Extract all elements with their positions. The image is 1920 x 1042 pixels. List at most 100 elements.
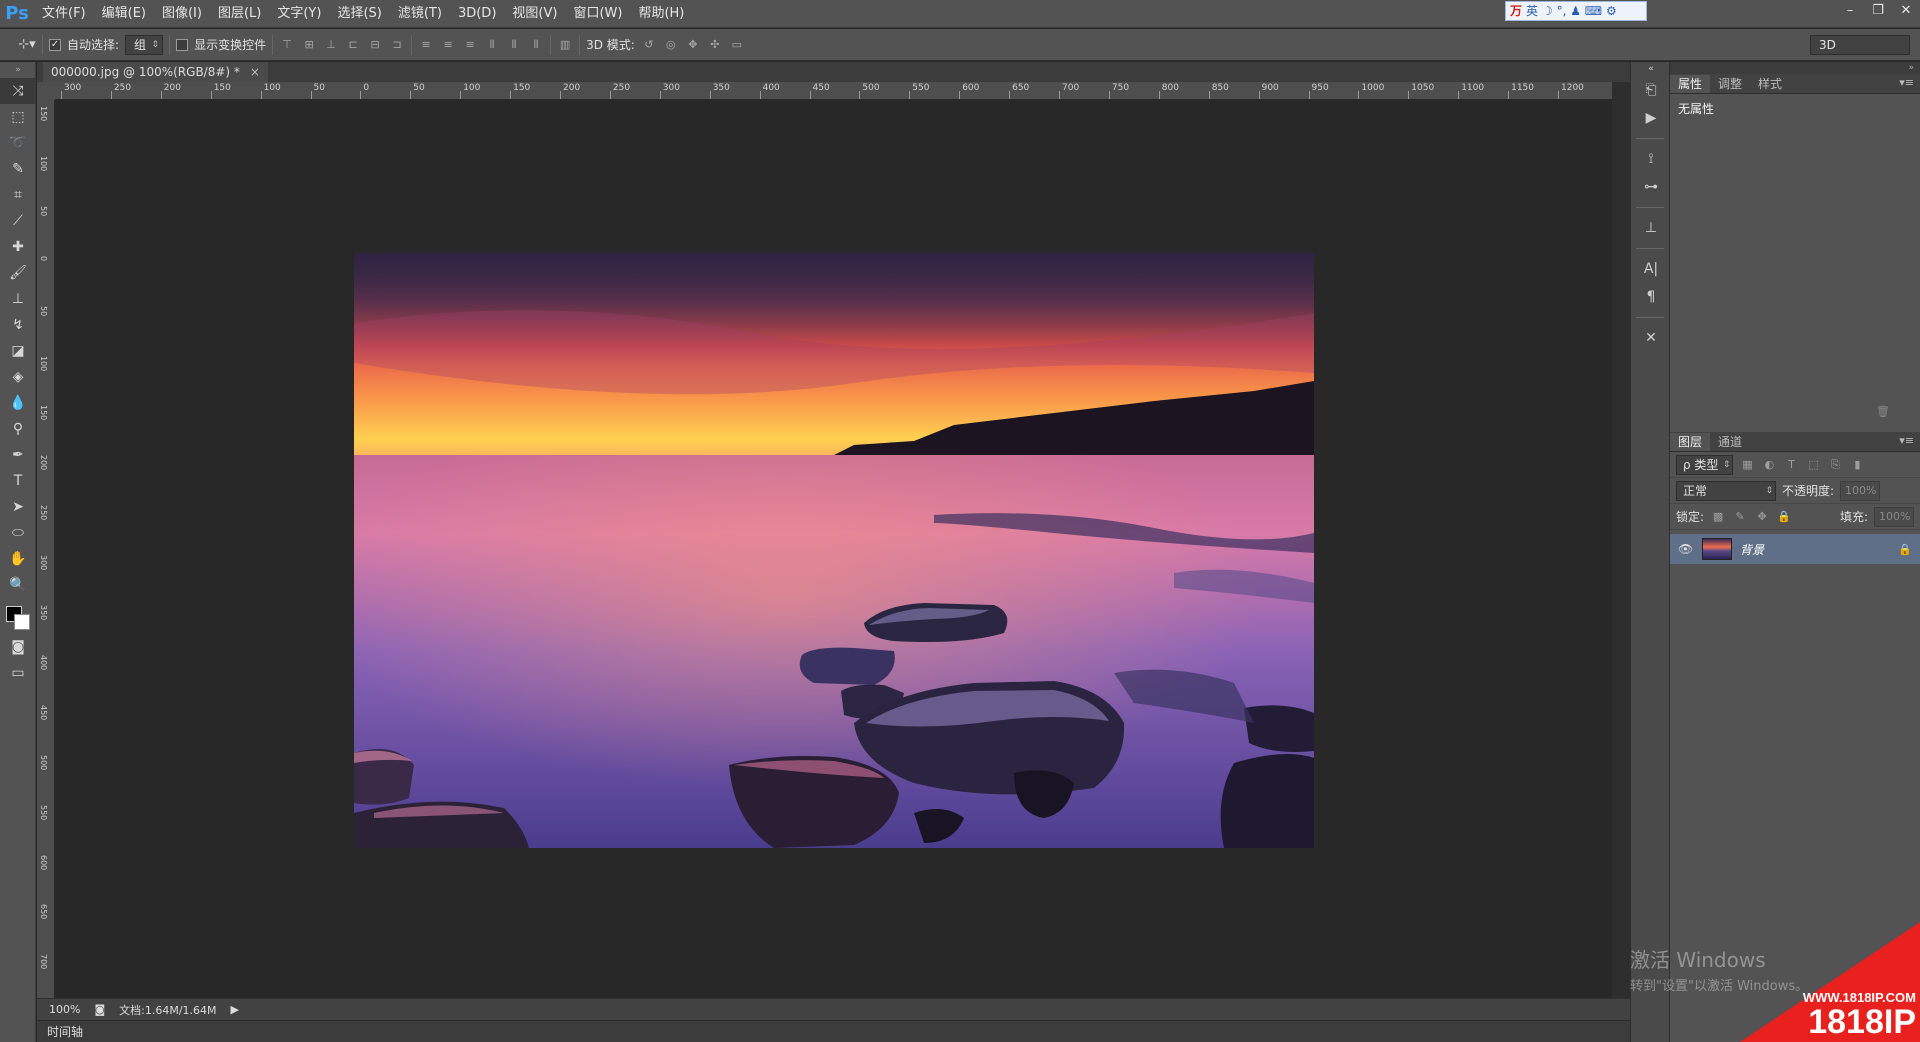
menu-layer[interactable]: 图层(L) [210, 0, 269, 28]
quick-mask-icon[interactable]: ◙ [0, 634, 36, 660]
layer-filter-kind-dropdown[interactable]: ρ 类型 [1676, 454, 1734, 475]
3d-pan-icon[interactable]: ✥ [685, 37, 701, 53]
canvas-scrollbar[interactable] [1612, 82, 1630, 998]
history-brush-tool-icon[interactable]: ↯ [0, 312, 36, 338]
panel-menu-icon[interactable]: ▾≡ [1899, 76, 1914, 89]
hand-tool-icon[interactable]: ✋ [0, 546, 36, 572]
healing-brush-tool-icon[interactable]: ✚ [0, 234, 36, 260]
color-swatches[interactable] [0, 598, 35, 634]
blur-tool-icon[interactable]: 💧 [0, 390, 36, 416]
align-right-icon[interactable]: ⊐ [389, 37, 405, 53]
filter-smart-object-icon[interactable]: ⎘ [1827, 457, 1843, 473]
layer-name[interactable]: 背景 [1740, 541, 1890, 558]
fill-input[interactable]: 100% [1874, 506, 1914, 527]
tool-presets-icon[interactable]: ✕ [1631, 324, 1671, 352]
opacity-input[interactable]: 100% [1840, 480, 1881, 501]
screen-mode-icon[interactable]: ▭ [0, 660, 36, 686]
toolbar-collapse-icon[interactable]: » [0, 62, 36, 78]
status-info-icon[interactable]: ◙ [94, 1003, 105, 1016]
filter-type-icon[interactable]: T [1783, 457, 1799, 473]
workspace-dropdown[interactable]: 3D [1810, 35, 1910, 55]
pen-tool-icon[interactable]: ✒ [0, 442, 36, 468]
layer-visibility-eye-icon[interactable]: 👁 [1678, 542, 1694, 556]
move-tool-preset-icon[interactable]: ⊹▾ [18, 37, 36, 52]
paragraph-panel-icon[interactable]: ¶ [1631, 283, 1671, 311]
crop-tool-icon[interactable]: ⌗ [0, 182, 36, 208]
close-button[interactable]: ✕ [1892, 0, 1920, 20]
align-hcenter-icon[interactable]: ⊟ [367, 37, 383, 53]
filter-toggle-icon[interactable]: ▮ [1849, 457, 1865, 473]
filter-adjustment-icon[interactable]: ◐ [1761, 457, 1777, 473]
minimize-button[interactable]: – [1836, 0, 1864, 20]
brush-presets-icon[interactable]: ⟟ [1631, 145, 1671, 173]
distribute-hcenter-icon[interactable]: ⦀ [506, 37, 522, 53]
menu-image[interactable]: 图像(I) [154, 0, 210, 28]
menu-select[interactable]: 选择(S) [329, 0, 389, 28]
actions-panel-icon[interactable]: ▶ [1631, 104, 1671, 132]
layer-row-background[interactable]: 👁 背景 🔒 [1670, 534, 1920, 564]
3d-slide-icon[interactable]: ✣ [707, 37, 723, 53]
lock-transparent-icon[interactable]: ▩ [1710, 509, 1726, 525]
3d-roll-icon[interactable]: ◎ [663, 37, 679, 53]
status-menu-arrow-icon[interactable]: ▶ [231, 1003, 239, 1016]
lock-pixels-icon[interactable]: ✎ [1732, 509, 1748, 525]
align-left-icon[interactable]: ⊏ [345, 37, 361, 53]
brush-tool-icon[interactable]: 🖌 [0, 260, 36, 286]
align-vcenter-icon[interactable]: ⊞ [301, 37, 317, 53]
brush-panel-icon[interactable]: ⊶ [1631, 173, 1671, 201]
timeline-panel-bar[interactable]: 时间轴 [37, 1020, 1630, 1042]
filter-pixel-icon[interactable]: ▦ [1739, 457, 1755, 473]
align-top-icon[interactable]: ⊤ [279, 37, 295, 53]
history-panel-icon[interactable]: ⎗ [1631, 76, 1671, 104]
menu-help[interactable]: 帮助(H) [630, 0, 692, 28]
menu-type[interactable]: 文字(Y) [269, 0, 329, 28]
clone-source-icon[interactable]: ⊥ [1631, 214, 1671, 242]
lock-position-icon[interactable]: ✥ [1754, 509, 1770, 525]
move-tool-icon[interactable]: ⤨ [0, 78, 36, 104]
ellipse-tool-icon[interactable]: ⬭ [0, 520, 36, 546]
document-image[interactable] [354, 253, 1314, 848]
3d-rotate-icon[interactable]: ↺ [641, 37, 657, 53]
dock-collapse-icon[interactable]: « [1631, 62, 1671, 76]
menu-view[interactable]: 视图(V) [504, 0, 565, 28]
distribute-left-icon[interactable]: ⦀ [484, 37, 500, 53]
dodge-tool-icon[interactable]: ⚲ [0, 416, 36, 442]
lock-all-icon[interactable]: 🔒 [1776, 509, 1792, 525]
character-panel-icon[interactable]: A| [1631, 255, 1671, 283]
canvas-area[interactable] [55, 100, 1612, 998]
menu-window[interactable]: 窗口(W) [565, 0, 630, 28]
quick-select-tool-icon[interactable]: ✎ [0, 156, 36, 182]
background-color-swatch[interactable] [14, 614, 30, 630]
trash-icon[interactable]: 🗑 [1876, 405, 1890, 418]
distribute-right-icon[interactable]: ⦀ [528, 37, 544, 53]
auto-select-checkbox[interactable]: ✓ [49, 38, 61, 51]
tab-adjustments[interactable]: 调整 [1710, 75, 1750, 93]
distribute-top-icon[interactable]: ≡ [418, 37, 434, 53]
tab-layers[interactable]: 图层 [1670, 433, 1711, 451]
document-tab-close-icon[interactable]: × [250, 62, 260, 82]
ime-tools-icon[interactable]: ☽ °, ♟ ⌨ ⚙ [1542, 2, 1617, 20]
marquee-tool-icon[interactable]: ⬚ [0, 104, 36, 130]
ime-toolbar[interactable]: 万 英 ☽ °, ♟ ⌨ ⚙ [1505, 1, 1647, 21]
lasso-tool-icon[interactable]: ➰ [0, 130, 36, 156]
menu-file[interactable]: 文件(F) [34, 0, 94, 28]
paint-bucket-tool-icon[interactable]: ◈ [0, 364, 36, 390]
menu-edit[interactable]: 编辑(E) [94, 0, 154, 28]
distribute-vcenter-icon[interactable]: ≡ [440, 37, 456, 53]
zoom-tool-icon[interactable]: 🔍 [0, 572, 36, 598]
layers-panel-menu-icon[interactable]: ▾≡ [1899, 434, 1914, 447]
blend-mode-dropdown[interactable]: 正常 [1676, 480, 1776, 501]
align-bottom-icon[interactable]: ⊥ [323, 37, 339, 53]
auto-select-dropdown[interactable]: 组 [125, 34, 164, 55]
auto-align-icon[interactable]: ▥ [557, 37, 573, 53]
zoom-level[interactable]: 100% [49, 1003, 80, 1016]
distribute-bottom-icon[interactable]: ≡ [462, 37, 478, 53]
3d-scale-icon[interactable]: ▭ [729, 37, 745, 53]
layer-thumbnail[interactable] [1702, 538, 1732, 560]
tab-channels[interactable]: 通道 [1710, 433, 1750, 451]
vertical-ruler[interactable]: 150 100 50 0 50 100 150 200 250 300 350 400 450 500 55… [37, 100, 55, 998]
menu-3d[interactable]: 3D(D) [450, 0, 504, 28]
type-tool-icon[interactable]: T [0, 468, 36, 494]
ime-mode-toggle[interactable]: 英 [1526, 2, 1538, 20]
show-transform-checkbox[interactable] [176, 38, 189, 51]
